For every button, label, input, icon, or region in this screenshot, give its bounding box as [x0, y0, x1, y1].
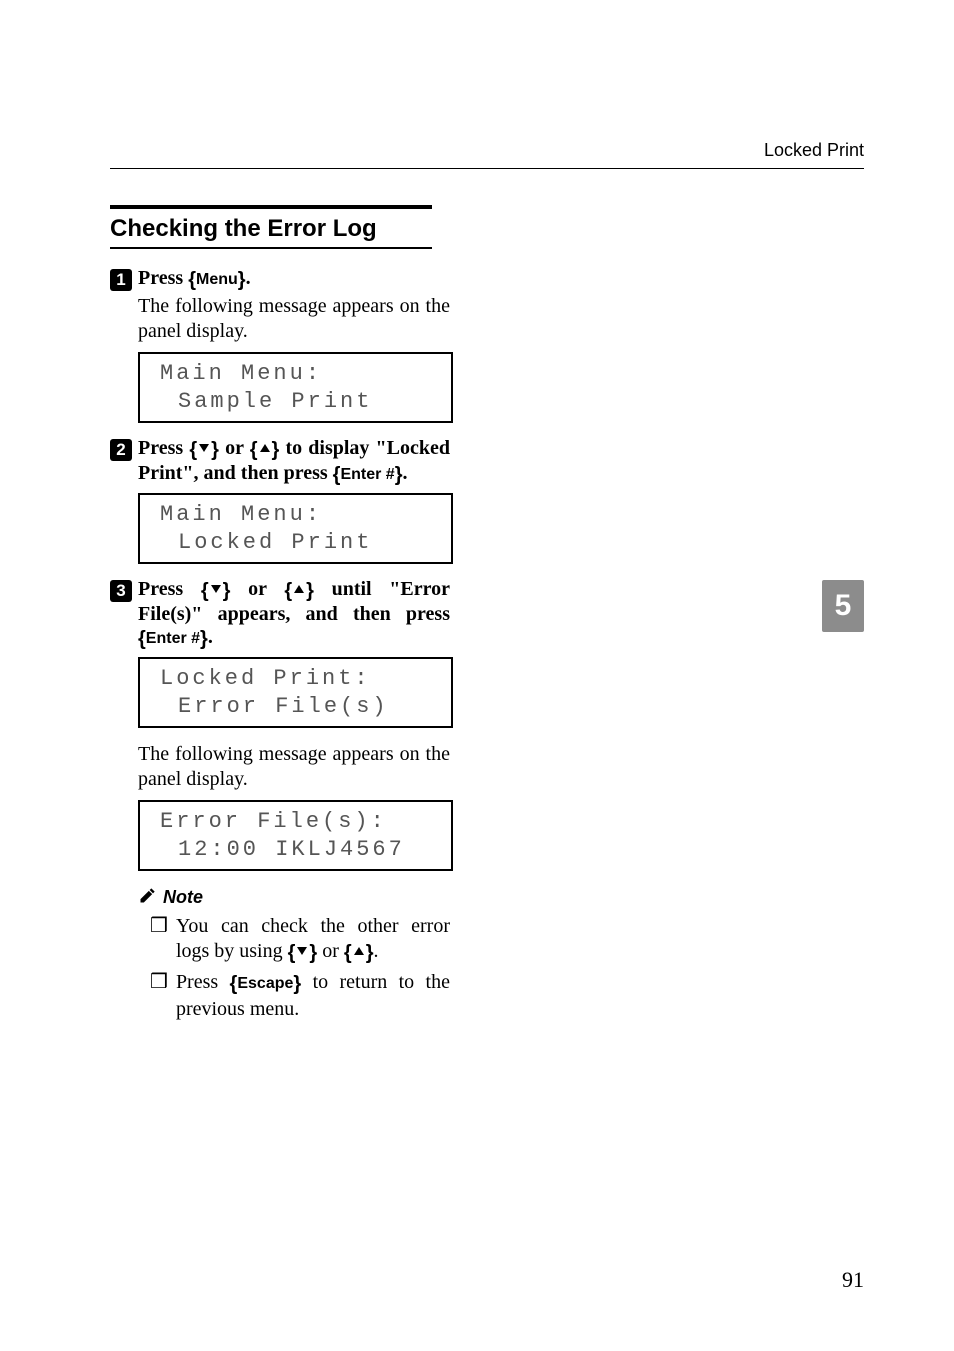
note-item-2: ❒ Press {Escape} to return to the previo…: [150, 970, 450, 1022]
step-1-body: The following message appears on the pan…: [138, 294, 450, 344]
note-label: Note: [163, 887, 203, 908]
step-2-text: Press {} or {} to display "Locked Print"…: [138, 437, 450, 487]
down-arrow-key-icon: [295, 940, 309, 962]
note-heading: Note: [138, 885, 450, 910]
menu-key-label: Menu: [196, 271, 238, 288]
page-number: 91: [842, 1267, 864, 1293]
key-close-bracket: }: [238, 269, 246, 291]
step-2: 2 Press {} or {} to display "Locked Prin…: [110, 437, 450, 487]
heading-bottom-rule: [110, 247, 432, 249]
heading-top-rule: [110, 205, 432, 209]
lcd-display-4: Error File(s): 12:00 IKLJ4567: [138, 800, 453, 871]
lcd-line-2: 12:00 IKLJ4567: [160, 836, 441, 864]
down-arrow-key-icon: [197, 437, 211, 459]
note-bullet-icon: ❒: [150, 914, 168, 966]
down-arrow-key-icon: [209, 578, 223, 600]
main-column: Checking the Error Log 1 Press {Menu}. T…: [110, 205, 450, 1026]
header-section-label: Locked Print: [764, 140, 864, 161]
lcd-display-2: Main Menu: Locked Print: [138, 493, 453, 564]
step-number-icon: 2: [110, 439, 132, 461]
escape-key-label: Escape: [237, 975, 293, 992]
lcd-line-2: Error File(s): [160, 693, 441, 721]
note-item-1-text: You can check the other error logs by us…: [176, 914, 450, 966]
up-arrow-key-icon: [292, 578, 306, 600]
lcd-line-2: Sample Print: [160, 388, 441, 416]
step-1-text: Press {Menu}.: [138, 267, 450, 292]
key-open-bracket: {: [188, 269, 196, 291]
enter-key-label: Enter #: [146, 630, 200, 647]
lcd-line-2: Locked Print: [160, 529, 441, 557]
note-bullet-icon: ❒: [150, 970, 168, 1022]
step-3: 3 Press {} or {} until "Error File(s)" a…: [110, 578, 450, 651]
step-number-icon: 3: [110, 580, 132, 602]
step-3-text: Press {} or {} until "Error File(s)" app…: [138, 578, 450, 651]
note-item-1: ❒ You can check the other error logs by …: [150, 914, 450, 966]
chapter-tab: 5: [822, 580, 864, 632]
lcd-line-1: Main Menu:: [160, 360, 441, 388]
lcd-line-1: Error File(s):: [160, 808, 441, 836]
note-item-2-text: Press {Escape} to return to the previous…: [176, 970, 450, 1022]
header-rule: [110, 168, 864, 169]
step-1: 1 Press {Menu}.: [110, 267, 450, 292]
lcd-line-1: Main Menu:: [160, 501, 441, 529]
enter-key-label: Enter #: [340, 466, 394, 483]
lcd-display-3: Locked Print: Error File(s): [138, 657, 453, 728]
step-3-body: The following message appears on the pan…: [138, 742, 450, 792]
lcd-display-1: Main Menu: Sample Print: [138, 352, 453, 423]
step-number-icon: 1: [110, 269, 132, 291]
pencil-icon: [138, 885, 158, 910]
up-arrow-key-icon: [352, 940, 366, 962]
section-heading: Checking the Error Log: [110, 215, 450, 243]
up-arrow-key-icon: [258, 437, 272, 459]
lcd-line-1: Locked Print:: [160, 665, 441, 693]
